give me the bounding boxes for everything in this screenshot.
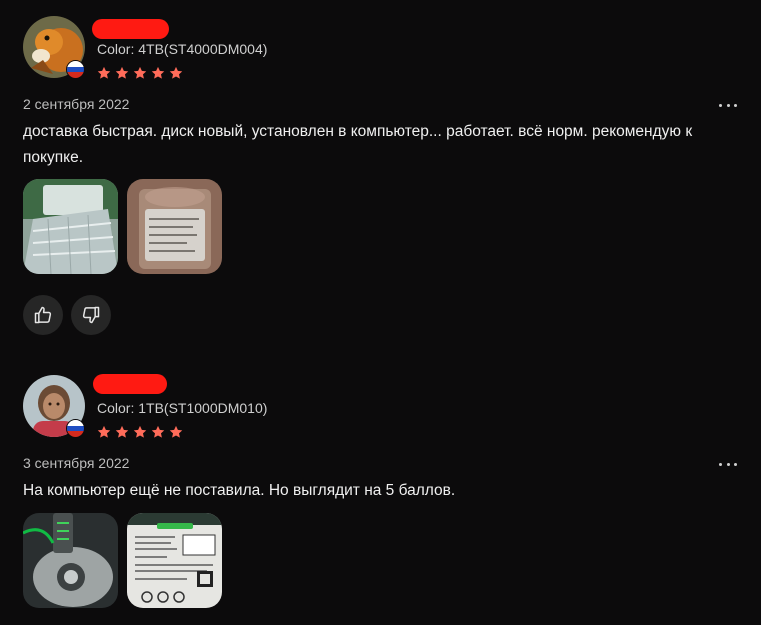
star-icon (133, 66, 147, 79)
review-date: 3 сентября 2022 (23, 455, 130, 471)
rating-stars (97, 425, 183, 439)
star-icon (169, 425, 183, 438)
review-photo[interactable] (127, 179, 222, 274)
country-flag-icon (66, 60, 85, 79)
like-button[interactable] (23, 295, 63, 335)
star-icon (97, 425, 111, 438)
review-photo[interactable] (23, 179, 118, 274)
star-icon (169, 66, 183, 79)
review-photo[interactable] (127, 513, 222, 608)
review-card: Color: 4TB(ST4000DM004) 2 сентября 2022 … (0, 0, 761, 345)
star-icon (115, 425, 129, 438)
rating-stars (97, 66, 183, 80)
thumbs-up-icon (34, 306, 52, 324)
product-variant: Color: 4TB(ST4000DM004) (97, 41, 268, 57)
more-options-icon[interactable] (719, 102, 737, 108)
star-icon (133, 425, 147, 438)
country-flag-icon (66, 419, 85, 438)
redacted-username (92, 19, 169, 39)
review-text: На компьютер ещё не поставила. Но выгляд… (23, 482, 456, 499)
thumbs-down-icon (82, 306, 100, 324)
review-card: Color: 1TB(ST1000DM010) 3 сентября 2022 … (0, 360, 761, 625)
star-icon (97, 66, 111, 79)
redacted-username (93, 374, 167, 394)
star-icon (151, 66, 165, 79)
product-variant: Color: 1TB(ST1000DM010) (97, 400, 268, 416)
star-icon (115, 66, 129, 79)
review-date: 2 сентября 2022 (23, 96, 130, 112)
review-photo[interactable] (23, 513, 118, 608)
star-icon (151, 425, 165, 438)
more-options-icon[interactable] (719, 461, 737, 467)
dislike-button[interactable] (71, 295, 111, 335)
review-text: доставка быстрая. диск новый, установлен… (23, 123, 693, 166)
